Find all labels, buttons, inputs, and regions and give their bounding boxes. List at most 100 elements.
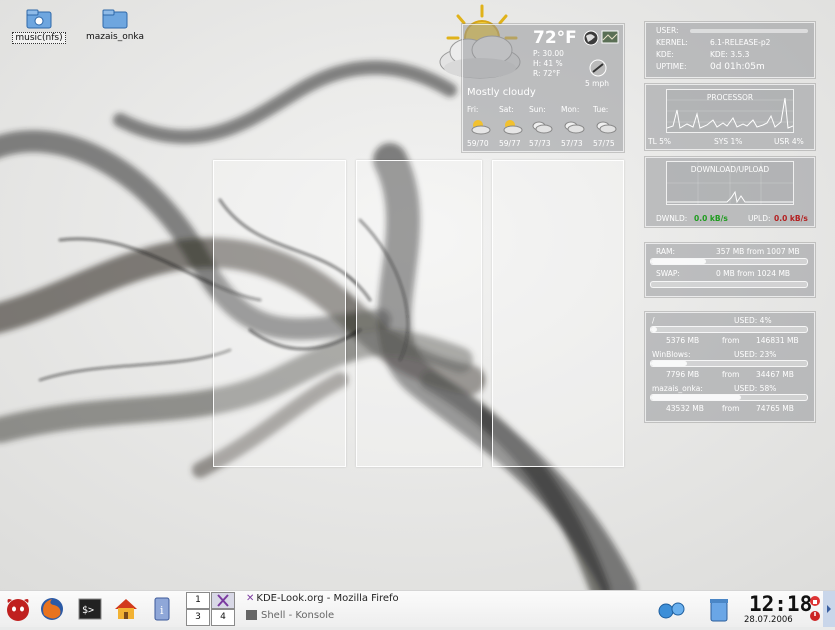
svg-text:i: i <box>160 604 164 617</box>
ram-usage-fill <box>651 259 706 264</box>
desktop-icon-label: music(nfs) <box>12 32 66 44</box>
weather-widget: 72°F P: 30.00 H: 41 % R: 72°F 5 mph Most… <box>462 24 624 152</box>
window-preview-2[interactable] <box>356 160 482 467</box>
wind-compass-icon <box>589 59 607 77</box>
disk-usage-bar <box>650 326 808 333</box>
pager-desktop-3[interactable]: 3 <box>186 609 210 626</box>
firefox-icon[interactable] <box>38 595 66 623</box>
uptime-label: UPTIME: <box>656 62 687 71</box>
desktop-icon-mazais-onka[interactable]: mazais_onka <box>80 8 150 42</box>
forecast-day: Mon: <box>561 105 580 114</box>
network-folder-icon <box>26 9 52 29</box>
disk-usage-fill <box>651 327 658 332</box>
lock-screen-icon[interactable] <box>809 595 821 607</box>
disk-from-label: from <box>722 370 740 379</box>
window-preview-3[interactable] <box>492 160 624 467</box>
weather-pressure: P: 30.00 <box>533 49 564 58</box>
disk-total-mb: 74765 MB <box>756 404 794 413</box>
disk-name: WinBlows: <box>652 350 691 359</box>
forecast-range: 57/73 <box>529 139 551 148</box>
chevron-right-icon <box>827 605 831 613</box>
kde-label: KDE: <box>656 50 674 59</box>
processor-total: TL 5% <box>648 137 672 146</box>
weather-temperature: 72°F <box>533 28 577 48</box>
clock-date: 28.07.2006 <box>744 615 793 625</box>
network-tray-icon[interactable] <box>656 599 688 621</box>
ram-label: RAM: <box>656 247 676 256</box>
system-info-widget: USER: KERNEL: 6.1-RELEASE-p2 KDE: KDE: 3… <box>645 22 815 78</box>
partly-sunny-icon <box>503 120 523 135</box>
network-widget: DOWNLOAD/UPLOAD DWNLD: 0.0 kB/s UPLD: 0.… <box>645 157 815 227</box>
active-window-x-icon <box>217 594 229 607</box>
ram-usage-bar <box>650 258 808 265</box>
disk-used-percent: USED: 4% <box>734 316 772 325</box>
task-label: Shell - Konsole <box>261 610 335 621</box>
system-info-icon[interactable]: i <box>148 595 176 623</box>
processor-title: PROCESSOR <box>706 93 754 102</box>
task-firefox[interactable]: ✕ KDE-Look.org - Mozilla Firefo <box>246 593 399 604</box>
disk-from-label: from <box>722 404 740 413</box>
cloudy-icon <box>532 121 553 134</box>
pager-desktop-4[interactable]: 4 <box>211 609 235 626</box>
kde-value: KDE: 3.5.3 <box>710 50 750 59</box>
panel-hide-arrow[interactable] <box>823 591 835 627</box>
firefox-x-icon: ✕ <box>246 593 255 604</box>
disk-used-percent: USED: 58% <box>734 384 777 393</box>
folder-icon <box>102 9 128 29</box>
freebsd-menu-icon[interactable] <box>4 595 32 623</box>
download-value: 0.0 kB/s <box>694 214 728 223</box>
disk-used-mb: 43532 MB <box>666 404 704 413</box>
cloudy-icon <box>564 121 585 134</box>
home-folder-icon[interactable] <box>112 595 140 623</box>
swap-usage-bar <box>650 281 808 288</box>
konsole-icon[interactable]: $> <box>76 595 104 623</box>
processor-usr: USR 4% <box>774 137 804 146</box>
swap-value: 0 MB from 1024 MB <box>716 269 791 278</box>
upload-value: 0.0 kB/s <box>774 214 808 223</box>
upload-label: UPLD: <box>748 214 771 223</box>
disk-name: mazais_onka: <box>652 384 703 393</box>
partly-sunny-icon <box>471 120 491 135</box>
kernel-label: KERNEL: <box>656 38 688 47</box>
disk-name: / <box>652 316 655 325</box>
weather-wind: 5 mph <box>585 79 609 88</box>
disk-usage-bar <box>650 360 808 367</box>
forecast-range: 59/70 <box>467 139 489 148</box>
clock-time[interactable]: 12:18 <box>749 592 812 616</box>
pager-desktop-1[interactable]: 1 <box>186 592 210 609</box>
task-konsole[interactable]: Shell - Konsole <box>246 610 334 621</box>
desktop-icon-music[interactable]: music(nfs) <box>4 8 74 44</box>
user-value-redacted <box>690 29 808 33</box>
kernel-value: 6.1-RELEASE-p2 <box>710 38 771 47</box>
user-label: USER: <box>656 26 679 35</box>
forecast-day: Fri: <box>467 105 479 114</box>
processor-sys: SYS 1% <box>714 137 743 146</box>
forecast-range: 57/73 <box>561 139 583 148</box>
disk-usage-bar <box>650 394 808 401</box>
processor-widget: PROCESSOR TL 5% SYS 1% USR 4% <box>645 84 815 150</box>
task-label: KDE-Look.org - Mozilla Firefo <box>256 593 399 604</box>
weather-condition: Mostly cloudy <box>467 87 536 98</box>
taskbar: $> i 1 3 4 ✕ KDE-Look.org - Mozilla Firef… <box>0 590 835 627</box>
ram-value: 357 MB from 1007 MB <box>716 247 800 256</box>
trash-icon[interactable] <box>708 597 730 623</box>
pager-desktop-2[interactable] <box>211 592 235 609</box>
weather-humidity: H: 41 % <box>533 59 563 68</box>
network-title: DOWNLOAD/UPLOAD <box>690 165 770 174</box>
disk-total-mb: 34467 MB <box>756 370 794 379</box>
disk-used-percent: USED: 23% <box>734 350 777 359</box>
window-preview-1[interactable] <box>213 160 346 467</box>
globe-icon[interactable] <box>583 30 599 46</box>
map-icon[interactable] <box>601 30 619 44</box>
disk-usage-fill <box>651 361 687 366</box>
svg-text:$>: $> <box>82 605 94 616</box>
forecast-day: Tue: <box>593 105 609 114</box>
disk-usage-widget: / USED: 4% 5376 MB from 146831 MB WinBlows: US… <box>645 312 815 422</box>
logout-icon[interactable] <box>809 610 821 622</box>
disk-used-mb: 7796 MB <box>666 370 700 379</box>
desktop-icon-label: mazais_onka <box>86 32 144 42</box>
disk-total-mb: 146831 MB <box>756 336 799 345</box>
disk-used-mb: 5376 MB <box>666 336 700 345</box>
disk-usage-fill <box>651 395 742 400</box>
memory-widget: RAM: 357 MB from 1007 MB SWAP: 0 MB from… <box>645 243 815 297</box>
